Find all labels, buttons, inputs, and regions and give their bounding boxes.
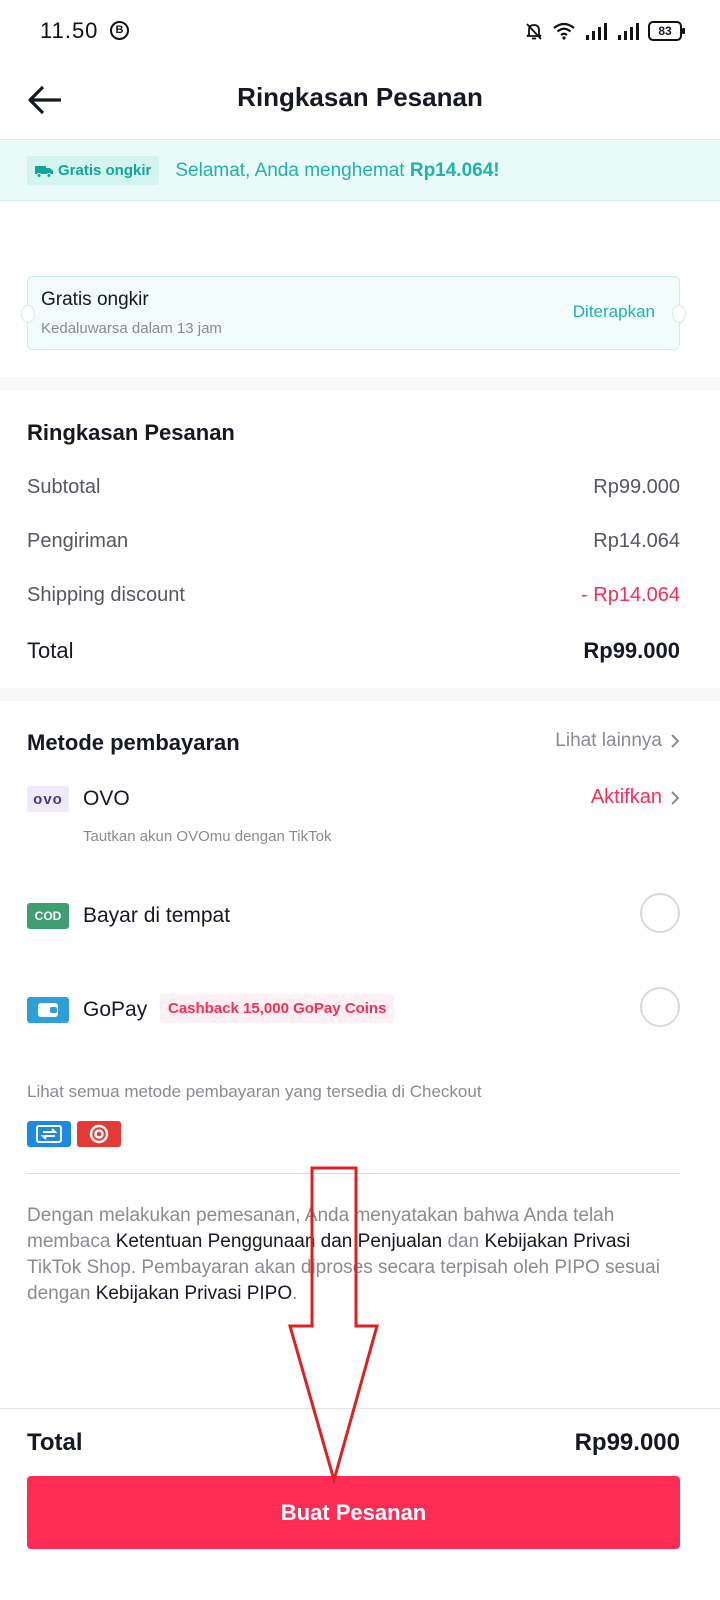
status-time: 11.50 [40, 18, 99, 43]
all-payment-methods-text: Lihat semua metode pembayaran yang terse… [27, 1082, 482, 1101]
activate-label: Aktifkan [590, 786, 662, 808]
footer-total-label: Total [27, 1429, 83, 1456]
cod-logo-icon: COD [27, 903, 69, 929]
payment-method-name: Bayar di tempat [83, 904, 231, 927]
savings-text-prefix: Selamat, Anda menghemat [175, 159, 410, 181]
bell-muted-icon [526, 23, 542, 40]
summary-row-shipping: Pengiriman Rp14.064 [27, 530, 680, 553]
b-badge-icon: B [110, 21, 129, 40]
payment-method-name: GoPay [83, 998, 148, 1021]
cashback-tag: Cashback 15,000 GoPay Coins [160, 994, 395, 1023]
battery-icon: 83 [648, 21, 685, 41]
voucher-expiry: Kedaluwarsa dalam 13 jam [41, 320, 222, 337]
gopay-wallet-icon [27, 997, 69, 1023]
header: Ringkasan Pesanan [0, 60, 720, 140]
payment-method-subtitle: Tautkan akun OVOmu dengan TikTok [83, 828, 332, 845]
savings-amount: Rp14.064! [409, 159, 500, 181]
truck-icon [35, 165, 53, 178]
ovo-logo-icon: ovo [27, 786, 69, 812]
footer-total-value: Rp99.000 [574, 1429, 680, 1456]
terms-of-use-link[interactable]: Ketentuan Penggunaan dan Penjualan [116, 1231, 442, 1252]
place-order-button[interactable]: Buat Pesanan [27, 1476, 680, 1549]
pipo-privacy-policy-link[interactable]: Kebijakan Privasi PIPO [96, 1283, 292, 1304]
summary-value: Rp99.000 [593, 476, 680, 498]
voucher-status: Diterapkan [572, 302, 655, 321]
chevron-right-icon [671, 790, 680, 805]
payment-method-icons [27, 1121, 121, 1147]
see-more-label: Lihat lainnya [555, 730, 662, 751]
summary-row-subtotal: Subtotal Rp99.000 [27, 476, 680, 499]
payment-title: Metode pembayaran [27, 730, 240, 755]
payment-method-ovo[interactable]: ovo OVO Tautkan akun OVOmu dengan TikTok… [27, 776, 680, 845]
chevron-right-icon [671, 734, 680, 748]
payment-method-name: OVO [83, 787, 130, 810]
wifi-icon [553, 22, 575, 40]
payment-method-gopay[interactable]: GoPay Cashback 15,000 GoPay Coins [27, 987, 680, 1037]
free-shipping-chip: Gratis ongkir [27, 156, 160, 185]
divider-line [27, 1173, 680, 1174]
summary-label: Total [27, 638, 74, 663]
wallet-red-icon [77, 1121, 121, 1147]
cod-radio-button[interactable] [640, 893, 680, 933]
voucher-title: Gratis ongkir [41, 289, 149, 310]
gopay-radio-button[interactable] [640, 987, 680, 1027]
summary-value: - Rp14.064 [581, 584, 680, 606]
summary-value: Rp14.064 [593, 530, 680, 552]
terms-text: Dengan melakukan pemesanan, Anda menyata… [27, 1203, 687, 1307]
terms-part: . [292, 1283, 298, 1304]
free-shipping-chip-label: Gratis ongkir [58, 162, 152, 179]
page-title: Ringkasan Pesanan [237, 82, 483, 112]
section-divider [0, 377, 720, 390]
summary-label: Pengiriman [27, 530, 129, 552]
activate-ovo-button[interactable]: Aktifkan [591, 786, 680, 809]
terms-part: dan [442, 1231, 485, 1252]
privacy-policy-link[interactable]: Kebijakan Privasi [484, 1231, 630, 1252]
status-icons: 83 [524, 18, 685, 44]
bank-transfer-icon [27, 1121, 71, 1147]
savings-banner: Gratis ongkir Selamat, Anda menghemat Rp… [0, 141, 720, 201]
summary-label: Shipping discount [27, 584, 185, 606]
summary-row-total: Total Rp99.000 [27, 638, 680, 664]
status-bar: 11.50 B 83 [0, 0, 720, 60]
wallet-icon [38, 1003, 58, 1017]
section-divider [0, 688, 720, 701]
signal-icon [586, 23, 607, 40]
summary-row-shipping-discount: Shipping discount - Rp14.064 [27, 584, 680, 607]
savings-text: Selamat, Anda menghemat Rp14.064! [175, 160, 499, 182]
voucher-card[interactable]: Gratis ongkir Kedaluwarsa dalam 13 jam D… [21, 276, 686, 350]
summary-title: Ringkasan Pesanan [27, 420, 235, 445]
signal-2-icon [618, 23, 639, 40]
summary-label: Subtotal [27, 476, 101, 498]
see-more-link[interactable]: Lihat lainnya [555, 730, 680, 752]
payment-method-cod[interactable]: COD Bayar di tempat [27, 893, 680, 943]
summary-value: Rp99.000 [583, 638, 680, 663]
footer: Total Rp99.000 Buat Pesanan [0, 1408, 720, 1600]
